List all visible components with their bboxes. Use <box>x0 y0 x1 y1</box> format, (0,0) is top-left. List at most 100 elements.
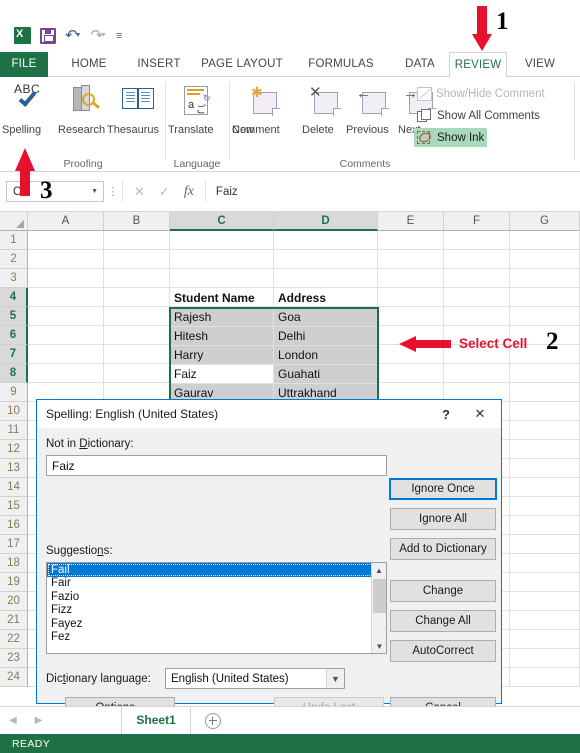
cell-c4[interactable]: Rajesh <box>170 308 274 327</box>
cell-b7[interactable] <box>104 345 170 364</box>
save-icon[interactable] <box>40 27 56 44</box>
cell-g11[interactable] <box>510 421 580 440</box>
row-header-13[interactable]: 13 <box>0 459 28 478</box>
row-header-21[interactable]: 21 <box>0 611 28 630</box>
cell-e8[interactable] <box>378 364 444 383</box>
cell-g14[interactable] <box>510 478 580 497</box>
cell-g23[interactable] <box>510 649 580 668</box>
scroll-up-icon[interactable]: ▲ <box>372 563 386 577</box>
ignore-all-button[interactable]: Ignore All <box>390 508 496 530</box>
enter-formula-icon[interactable]: ✓ <box>159 184 170 200</box>
cell-a4[interactable] <box>28 288 104 307</box>
column-header-a[interactable]: A <box>28 212 104 231</box>
add-to-dictionary-button[interactable]: Add to Dictionary <box>390 538 496 560</box>
suggestion-item[interactable]: Fizz <box>47 604 373 618</box>
cell-d1[interactable] <box>274 231 378 250</box>
select-all-corner[interactable] <box>0 212 28 231</box>
cell-a6[interactable] <box>28 326 104 345</box>
cell-g10[interactable] <box>510 402 580 421</box>
show-hide-comment-button[interactable]: Show/Hide Comment <box>414 84 548 103</box>
row-header-6[interactable]: 6 <box>0 326 28 345</box>
cell-g21[interactable] <box>510 611 580 630</box>
cell-d6[interactable]: London <box>274 346 378 365</box>
cell-e4[interactable] <box>378 288 444 307</box>
row-header-19[interactable]: 19 <box>0 573 28 592</box>
column-header-e[interactable]: E <box>378 212 444 231</box>
suggestion-item[interactable]: Fazio <box>47 590 373 604</box>
cell-b6[interactable] <box>104 326 170 345</box>
cell-c6[interactable]: Harry <box>170 346 274 365</box>
cell-e5[interactable] <box>378 307 444 326</box>
suggestion-item[interactable]: Fail <box>47 563 373 577</box>
cell-d4[interactable]: Goa <box>274 308 378 327</box>
cell-g13[interactable] <box>510 459 580 478</box>
formula-bar-grip[interactable]: ⋮ <box>104 185 122 198</box>
cell-f8[interactable] <box>444 364 510 383</box>
cancel-formula-icon[interactable]: ✕ <box>134 184 145 200</box>
row-header-11[interactable]: 11 <box>0 421 28 440</box>
cell-g12[interactable] <box>510 440 580 459</box>
row-header-7[interactable]: 7 <box>0 345 28 364</box>
show-ink-button[interactable]: Show Ink <box>414 128 488 147</box>
suggestion-item[interactable]: Fez <box>47 631 373 645</box>
cell-g8[interactable] <box>510 364 580 383</box>
show-all-comments-button[interactable]: Show All Comments <box>414 106 543 125</box>
previous-comment-button[interactable]: ← Previous <box>346 80 400 136</box>
scrollbar-thumb[interactable] <box>373 579 386 613</box>
row-header-1[interactable]: 1 <box>0 231 28 250</box>
tab-file[interactable]: FILE <box>0 52 48 77</box>
cell-g22[interactable] <box>510 630 580 649</box>
row-header-3[interactable]: 3 <box>0 269 28 288</box>
tab-insert[interactable]: INSERT <box>128 52 190 77</box>
cell-c1[interactable] <box>170 231 274 250</box>
column-header-d[interactable]: D <box>274 212 378 231</box>
column-header-f[interactable]: F <box>444 212 510 231</box>
undo-dropdown-icon[interactable]: ▼ <box>75 32 82 39</box>
suggestions-listbox[interactable]: Fail Fair Fazio Fizz Fayez Fez ▲ ▼ <box>46 562 387 654</box>
cell-g3[interactable] <box>510 269 580 288</box>
tab-data[interactable]: DATA <box>396 52 444 77</box>
cell-d7[interactable]: Guahati <box>274 365 378 384</box>
spelling-button[interactable]: ABC Spelling <box>2 80 60 136</box>
thesaurus-button[interactable]: Thesaurus <box>107 80 169 136</box>
close-icon[interactable]: ✕ <box>463 401 497 427</box>
cell-e3[interactable] <box>378 269 444 288</box>
tab-home[interactable]: HOME <box>58 52 120 77</box>
sheet-next-icon[interactable]: ▶ <box>26 715 52 726</box>
cell-a8[interactable] <box>28 364 104 383</box>
cell-f1[interactable] <box>444 231 510 250</box>
cell-f4[interactable] <box>444 288 510 307</box>
row-header-2[interactable]: 2 <box>0 250 28 269</box>
not-in-dictionary-input[interactable]: Faiz <box>46 455 387 476</box>
row-header-15[interactable]: 15 <box>0 497 28 516</box>
cell-g15[interactable] <box>510 497 580 516</box>
row-header-18[interactable]: 18 <box>0 554 28 573</box>
sheet-prev-icon[interactable]: ◀ <box>0 715 26 726</box>
column-header-b[interactable]: B <box>104 212 170 231</box>
cell-g16[interactable] <box>510 516 580 535</box>
cell-b1[interactable] <box>104 231 170 250</box>
cell-g2[interactable] <box>510 250 580 269</box>
cell-g19[interactable] <box>510 573 580 592</box>
cell-g20[interactable] <box>510 592 580 611</box>
cell-b2[interactable] <box>104 250 170 269</box>
cell-a2[interactable] <box>28 250 104 269</box>
cell-a5[interactable] <box>28 307 104 326</box>
cell-a1[interactable] <box>28 231 104 250</box>
row-header-5[interactable]: 5 <box>0 307 28 326</box>
row-header-9[interactable]: 9 <box>0 383 28 402</box>
change-all-button[interactable]: Change All <box>390 610 496 632</box>
cell-f3[interactable] <box>444 269 510 288</box>
cell-c2[interactable] <box>170 250 274 269</box>
row-header-23[interactable]: 23 <box>0 649 28 668</box>
delete-comment-button[interactable]: ✕ Delete <box>302 80 348 136</box>
row-header-20[interactable]: 20 <box>0 592 28 611</box>
cell-f2[interactable] <box>444 250 510 269</box>
cell-b4[interactable] <box>104 288 170 307</box>
suggestion-item[interactable]: Fayez <box>47 617 373 631</box>
sheet-tab-sheet1[interactable]: Sheet1 <box>121 706 191 734</box>
row-header-24[interactable]: 24 <box>0 668 28 687</box>
cell-d2[interactable] <box>274 250 378 269</box>
cell-c7[interactable]: Faiz <box>170 365 274 384</box>
help-icon[interactable]: ? <box>429 401 463 427</box>
